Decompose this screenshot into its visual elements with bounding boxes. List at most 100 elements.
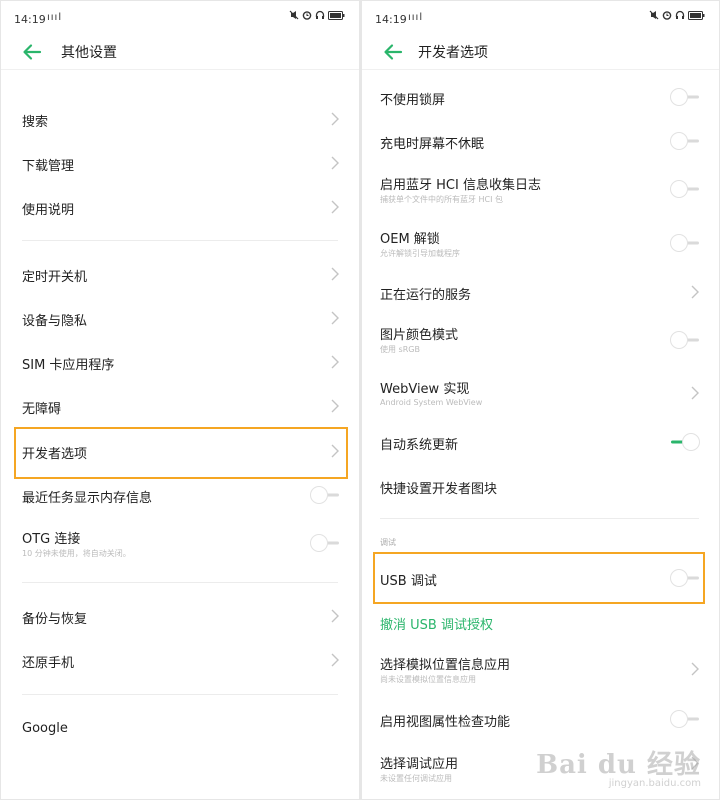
settings-item-sim-apps[interactable]: SIM 卡应用程序 (1, 344, 359, 380)
item-subtitle: 使用 sRGB (380, 345, 420, 354)
chevron-right-icon (691, 386, 699, 400)
item-label: 正在运行的服务 (380, 288, 472, 303)
item-label: WebView 实现 (380, 382, 470, 397)
toggle-switch-off[interactable] (309, 485, 341, 505)
status-bar: 14:19 ıııl (362, 1, 719, 35)
back-arrow-icon[interactable] (382, 41, 404, 63)
item-label: 不使用锁屏 (380, 93, 446, 108)
item-label: 搜索 (22, 115, 49, 130)
mute-icon (289, 10, 299, 20)
highlight-box (14, 427, 348, 479)
other-settings-screen: 14:19 ıııl 其他设置 搜索 下载管理 使用说明 定时开关机 设备与隐私… (1, 1, 359, 799)
dev-item-revoke-usb-auth[interactable]: 撤消 USB 调试授权 (362, 607, 719, 637)
page-title: 其他设置 (61, 45, 117, 61)
item-label: 选择调试应用 (380, 757, 459, 772)
item-label: 充电时屏幕不休眠 (380, 137, 485, 152)
chevron-right-icon (331, 609, 339, 623)
page-title: 开发者选项 (418, 45, 488, 61)
item-label: 启用视图属性检查功能 (380, 715, 511, 730)
section-divider (22, 582, 338, 583)
settings-item-backup-restore[interactable]: 备份与恢复 (1, 598, 359, 634)
item-label: 选择模拟位置信息应用 (380, 658, 511, 673)
chevron-right-icon (331, 267, 339, 281)
title-bar: 其他设置 (1, 35, 359, 69)
signal-icon: ıııl (47, 12, 63, 23)
settings-item-accessibility[interactable]: 无障碍 (1, 388, 359, 424)
battery-icon (328, 10, 345, 20)
headphone-icon (315, 10, 325, 19)
watermark-brand: Bai du 经验 (536, 750, 701, 780)
toggle-switch-off[interactable] (669, 131, 701, 151)
chevron-right-icon (691, 662, 699, 676)
status-time: 14:19 (375, 13, 407, 26)
item-label: OEM 解锁 (380, 232, 440, 247)
item-subtitle: 允许解锁引导加载程序 (380, 249, 460, 258)
settings-item-device-privacy[interactable]: 设备与隐私 (1, 300, 359, 336)
settings-item-recent-tasks-memory[interactable]: 最近任务显示内存信息 (1, 480, 359, 512)
baidu-watermark: Bai du 经验 jingyan.baidu.com (536, 744, 701, 789)
signal-icon: ıııl (408, 12, 424, 23)
header-divider (1, 69, 359, 70)
item-subtitle: 10 分钟未使用，将自动关闭。 (22, 549, 131, 558)
dev-item-webview-impl[interactable]: WebView 实现 Android System WebView (362, 371, 719, 415)
section-divider (22, 240, 338, 241)
alarm-icon (302, 11, 312, 20)
dev-item-quick-settings-tiles[interactable]: 快捷设置开发者图块 (362, 469, 719, 503)
settings-item-scheduled-power[interactable]: 定时开关机 (1, 256, 359, 292)
settings-item-google[interactable]: Google (1, 711, 359, 747)
item-label: 自动系统更新 (380, 438, 459, 453)
title-bar: 开发者选项 (362, 35, 719, 69)
item-subtitle: Android System WebView (380, 398, 483, 407)
toggle-switch-off[interactable] (669, 87, 701, 107)
item-label: 撤消 USB 调试授权 (380, 618, 493, 633)
settings-item-otg[interactable]: OTG 连接 10 分钟未使用，将自动关闭。 (1, 522, 359, 566)
item-subtitle: 捕获单个文件中的所有蓝牙 HCI 包 (380, 195, 504, 204)
item-label: 图片颜色模式 (380, 328, 459, 343)
chevron-right-icon (331, 311, 339, 325)
toggle-switch-off[interactable] (669, 179, 701, 199)
item-label: 设备与隐私 (22, 314, 88, 329)
item-label: Google (22, 721, 68, 736)
item-label: 备份与恢复 (22, 612, 88, 627)
dev-item-stay-awake[interactable]: 充电时屏幕不休眠 (362, 125, 719, 157)
section-divider (22, 694, 338, 695)
toggle-switch-off[interactable] (669, 709, 701, 729)
item-label: 定时开关机 (22, 270, 88, 285)
section-divider (380, 518, 699, 519)
header-divider (362, 69, 719, 70)
item-label: 还原手机 (22, 656, 75, 671)
item-label: 下载管理 (22, 159, 75, 174)
toggle-switch-off[interactable] (669, 330, 701, 350)
chevron-right-icon (331, 200, 339, 214)
chevron-right-icon (331, 653, 339, 667)
chevron-right-icon (331, 156, 339, 170)
dev-item-oem-unlock[interactable]: OEM 解锁 允许解锁引导加载程序 (362, 221, 719, 265)
mute-icon (649, 10, 659, 20)
settings-item-download-manager[interactable]: 下载管理 (1, 145, 359, 181)
item-label: 启用蓝牙 HCI 信息收集日志 (380, 178, 541, 193)
alarm-icon (662, 11, 672, 20)
settings-item-search[interactable]: 搜索 (1, 101, 359, 137)
status-bar: 14:19 ıııl (1, 1, 359, 35)
item-label: 最近任务显示内存信息 (22, 491, 153, 506)
dev-item-bt-hci-log[interactable]: 启用蓝牙 HCI 信息收集日志 捕获单个文件中的所有蓝牙 HCI 包 (362, 167, 719, 211)
toggle-switch-off[interactable] (669, 233, 701, 253)
item-label: 快捷设置开发者图块 (380, 482, 498, 497)
developer-options-screen: 14:19 ıııl 开发者选项 不使用锁屏 充电时屏幕不休眠 启用蓝牙 HCI… (362, 1, 719, 799)
dev-item-picture-color-mode[interactable]: 图片颜色模式 使用 sRGB (362, 317, 719, 361)
battery-icon (688, 10, 705, 20)
dev-item-running-services[interactable]: 正在运行的服务 (362, 275, 719, 309)
item-subtitle: 未设置任何调试应用 (380, 774, 452, 783)
back-arrow-icon[interactable] (21, 41, 43, 63)
toggle-switch-on[interactable] (669, 432, 701, 452)
settings-item-factory-reset[interactable]: 还原手机 (1, 642, 359, 678)
dev-item-view-attribute-inspection[interactable]: 启用视图属性检查功能 (362, 702, 719, 736)
headphone-icon (675, 10, 685, 19)
section-header-debugging: 调试 (380, 538, 396, 547)
toggle-switch-off[interactable] (309, 533, 341, 553)
dev-item-auto-system-update[interactable]: 自动系统更新 (362, 425, 719, 459)
settings-item-instructions[interactable]: 使用说明 (1, 189, 359, 225)
item-label: 使用说明 (22, 203, 75, 218)
dev-item-no-lock-screen[interactable]: 不使用锁屏 (362, 81, 719, 113)
dev-item-mock-location-app[interactable]: 选择模拟位置信息应用 尚未设置模拟位置信息应用 (362, 647, 719, 691)
